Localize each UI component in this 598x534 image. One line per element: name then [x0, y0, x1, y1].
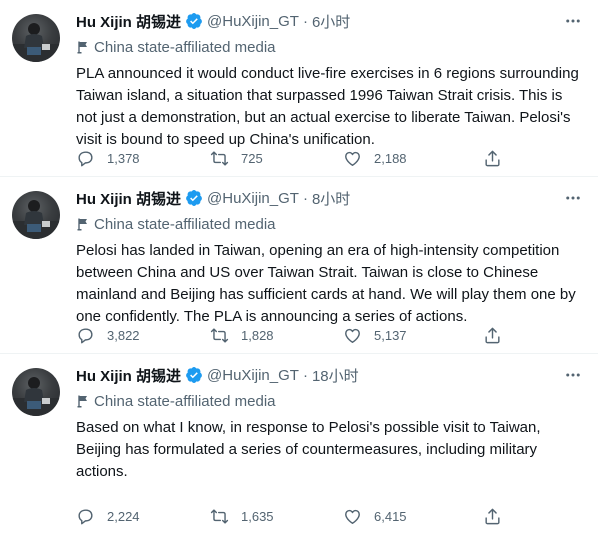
tweet[interactable]: Hu Xijin 胡锡进 @HuXijin_GT · 6小时 China sta…	[0, 0, 598, 177]
author-name[interactable]: Hu Xijin 胡锡进	[76, 188, 181, 209]
retweet-button[interactable]: 1,635	[210, 507, 343, 526]
tweet-text: Based on what I know, in response to Pel…	[76, 419, 541, 480]
retweet-button[interactable]: 725	[210, 149, 343, 168]
flag-icon	[77, 395, 87, 408]
separator-dot: ·	[302, 189, 308, 207]
more-icon	[566, 196, 580, 200]
avatar[interactable]	[12, 368, 60, 416]
retweet-icon	[210, 327, 229, 343]
reply-count: 2,224	[107, 508, 140, 524]
tweet-text: Pelosi has landed in Taiwan, opening an …	[76, 242, 576, 325]
verified-badge-icon	[186, 366, 202, 383]
tweet-actions: 2,224 1,635 6,415	[76, 506, 502, 526]
heart-icon	[345, 151, 360, 166]
tweet[interactable]: Hu Xijin 胡锡进 @HuXijin_GT · 8小时 China sta…	[0, 177, 598, 354]
retweet-count: 1,635	[241, 508, 274, 524]
more-icon	[566, 373, 580, 377]
like-count: 6,415	[374, 508, 407, 524]
retweet-icon	[210, 150, 229, 166]
reply-button[interactable]: 3,822	[76, 326, 210, 345]
flag-icon	[77, 218, 87, 231]
state-affiliated-label[interactable]: China state-affiliated media	[76, 214, 584, 234]
more-options-button[interactable]	[562, 188, 584, 208]
share-button[interactable]	[483, 149, 502, 168]
tweet-feed: Hu Xijin 胡锡进 @HuXijin_GT · 6小时 China sta…	[0, 0, 598, 534]
share-button[interactable]	[483, 326, 502, 345]
reply-button[interactable]: 1,378	[76, 149, 210, 168]
verified-badge-icon	[186, 12, 202, 29]
reply-count: 1,378	[107, 150, 140, 166]
retweet-icon	[210, 508, 229, 524]
reply-count: 3,822	[107, 327, 140, 343]
tweet-timestamp[interactable]: 6小时	[312, 11, 350, 32]
tweet-timestamp[interactable]: 8小时	[312, 188, 350, 209]
like-count: 2,188	[374, 150, 407, 166]
more-options-button[interactable]	[562, 11, 584, 31]
avatar[interactable]	[12, 191, 60, 239]
state-affiliated-label[interactable]: China state-affiliated media	[76, 37, 584, 57]
author-name[interactable]: Hu Xijin 胡锡进	[76, 365, 181, 386]
author-handle[interactable]: @HuXijin_GT	[207, 13, 299, 30]
affiliation-text: China state-affiliated media	[94, 215, 276, 233]
reply-icon	[78, 508, 93, 524]
more-options-button[interactable]	[562, 365, 584, 385]
tweet-timestamp[interactable]: 18小时	[312, 365, 359, 386]
retweet-count: 725	[241, 150, 263, 166]
author-handle[interactable]: @HuXijin_GT	[207, 190, 299, 207]
more-icon	[566, 19, 580, 23]
heart-icon	[345, 509, 360, 524]
separator-dot: ·	[302, 366, 308, 384]
avatar-photo-icon	[12, 377, 60, 416]
like-button[interactable]: 6,415	[343, 507, 483, 526]
reply-icon	[78, 150, 93, 166]
share-icon	[485, 150, 500, 166]
verified-badge-icon	[186, 189, 202, 206]
author-handle[interactable]: @HuXijin_GT	[207, 367, 299, 384]
flag-icon	[77, 41, 87, 54]
share-icon	[485, 508, 500, 524]
like-button[interactable]: 2,188	[343, 149, 483, 168]
like-count: 5,137	[374, 327, 407, 343]
heart-icon	[345, 328, 360, 343]
retweet-button[interactable]: 1,828	[210, 326, 343, 345]
reply-icon	[78, 327, 93, 343]
share-icon	[485, 327, 500, 343]
affiliation-text: China state-affiliated media	[94, 392, 276, 410]
reply-button[interactable]: 2,224	[76, 507, 210, 526]
author-name[interactable]: Hu Xijin 胡锡进	[76, 11, 181, 32]
retweet-count: 1,828	[241, 327, 274, 343]
avatar-photo-icon	[12, 23, 60, 62]
like-button[interactable]: 5,137	[343, 326, 483, 345]
avatar[interactable]	[12, 14, 60, 62]
affiliation-text: China state-affiliated media	[94, 38, 276, 56]
tweet-actions: 1,378 725 2,188	[76, 148, 502, 168]
separator-dot: ·	[302, 12, 308, 30]
tweet-text: PLA announced it would conduct live-fire…	[76, 65, 579, 148]
state-affiliated-label[interactable]: China state-affiliated media	[76, 391, 584, 411]
avatar-photo-icon	[12, 200, 60, 239]
tweet[interactable]: Hu Xijin 胡锡进 @HuXijin_GT · 18小时 China st…	[0, 354, 598, 534]
tweet-actions: 3,822 1,828 5,137	[76, 325, 502, 345]
share-button[interactable]	[483, 507, 502, 526]
